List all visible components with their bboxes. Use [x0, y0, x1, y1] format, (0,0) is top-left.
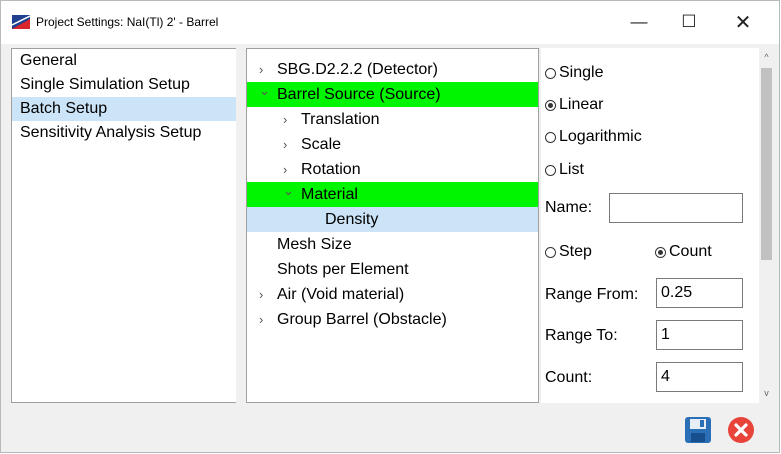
title-bar[interactable]: Project Settings: NaI(Tl) 2' - Barrel — …	[1, 1, 779, 44]
chevron-right-icon[interactable]: ›	[283, 107, 287, 132]
radio-single[interactable]: Single	[545, 62, 603, 84]
radio-label: Logarithmic	[559, 128, 642, 145]
chevron-right-icon[interactable]: ›	[259, 282, 263, 307]
close-icon: ✕	[734, 11, 752, 34]
settings-category-list[interactable]: General Single Simulation Setup Batch Se…	[11, 48, 236, 403]
tree-node-label: Group Barrel (Obstacle)	[277, 311, 447, 328]
nav-item-batch-setup[interactable]: Batch Setup	[12, 97, 236, 121]
nav-item-general[interactable]: General	[12, 49, 236, 73]
name-field[interactable]	[609, 193, 743, 223]
radio-count[interactable]: Count	[655, 241, 712, 263]
maximize-icon: ☐	[681, 12, 697, 31]
radio-label: Single	[559, 64, 604, 81]
nav-item-single-simulation-setup[interactable]: Single Simulation Setup	[12, 73, 236, 97]
chevron-right-icon[interactable]: ›	[259, 307, 263, 332]
radio-logarithmic[interactable]: Logarithmic	[545, 126, 642, 148]
cancel-icon[interactable]	[727, 416, 755, 444]
radio-step[interactable]: Step	[545, 241, 592, 263]
radio-checked-icon[interactable]	[655, 246, 666, 258]
maximize-button[interactable]: ☐	[669, 7, 709, 37]
nav-item-sensitivity-analysis-setup[interactable]: Sensitivity Analysis Setup	[12, 121, 236, 145]
tree-node-group-barrel[interactable]: › Group Barrel (Obstacle)	[247, 307, 538, 332]
count-label: Count:	[545, 369, 593, 386]
app-icon	[12, 15, 30, 29]
tree-node-label: Density	[325, 211, 379, 228]
tree-node-barrel-source[interactable]: ⌄ Barrel Source (Source)	[247, 82, 538, 107]
radio-label: Count	[669, 243, 712, 260]
tree-node-label: Shots per Element	[277, 261, 409, 278]
save-icon[interactable]	[684, 416, 712, 444]
radio-circle-icon[interactable]	[545, 131, 556, 143]
nav-item-label: General	[20, 52, 77, 69]
tree-node-translation[interactable]: › Translation	[247, 107, 538, 132]
nav-item-label: Batch Setup	[20, 100, 108, 117]
radio-circle-icon[interactable]	[545, 164, 556, 176]
radio-list[interactable]: List	[545, 159, 584, 181]
batch-options-panel: Single Linear Logarithmic List Name: Ste…	[541, 48, 774, 403]
parameter-tree[interactable]: › SBG.D2.2.2 (Detector) ⌄ Barrel Source …	[246, 48, 539, 403]
tree-node-label: Scale	[301, 136, 342, 153]
radio-label: Linear	[559, 96, 604, 113]
chevron-down-icon[interactable]: ⌄	[259, 78, 270, 103]
name-label: Name:	[545, 199, 593, 216]
tree-node-label: Mesh Size	[277, 236, 352, 253]
tree-node-material[interactable]: ⌄ Material	[247, 182, 538, 207]
radio-label: List	[559, 161, 584, 178]
radio-circle-icon[interactable]	[545, 246, 556, 258]
tree-node-detector[interactable]: › SBG.D2.2.2 (Detector)	[247, 57, 538, 82]
radio-checked-icon[interactable]	[545, 99, 556, 111]
range-from-field[interactable]: 0.25	[656, 278, 743, 308]
vertical-scrollbar[interactable]: ^ v	[759, 48, 774, 403]
window-title: Project Settings: NaI(Tl) 2' - Barrel	[36, 15, 219, 29]
nav-item-label: Single Simulation Setup	[20, 76, 190, 93]
nav-item-label: Sensitivity Analysis Setup	[20, 124, 202, 141]
scroll-down-icon[interactable]: v	[759, 386, 774, 401]
tree-node-density[interactable]: Density	[247, 207, 538, 232]
radio-circle-icon[interactable]	[545, 67, 556, 79]
scroll-up-icon[interactable]: ^	[759, 50, 774, 65]
tree-node-label: Barrel Source (Source)	[277, 86, 441, 103]
tree-node-label: Air (Void material)	[277, 286, 405, 303]
selection-highlight	[247, 207, 538, 232]
tree-node-scale[interactable]: › Scale	[247, 132, 538, 157]
radio-label: Step	[559, 243, 592, 260]
minimize-icon: —	[630, 12, 648, 31]
minimize-button[interactable]: —	[619, 7, 659, 37]
tree-node-label: Translation	[301, 111, 380, 128]
tree-node-mesh-size[interactable]: Mesh Size	[247, 232, 538, 257]
radio-linear[interactable]: Linear	[545, 94, 603, 116]
tree-node-air[interactable]: › Air (Void material)	[247, 282, 538, 307]
tree-node-label: Material	[301, 186, 358, 203]
project-settings-window: Project Settings: NaI(Tl) 2' - Barrel — …	[0, 0, 780, 453]
scrollbar-thumb[interactable]	[761, 68, 772, 260]
count-field[interactable]: 4	[656, 362, 743, 392]
chevron-right-icon[interactable]: ›	[283, 132, 287, 157]
range-to-field[interactable]: 1	[656, 320, 743, 350]
tree-node-label: SBG.D2.2.2 (Detector)	[277, 61, 438, 78]
tree-node-shots-per-element[interactable]: Shots per Element	[247, 257, 538, 282]
chevron-down-icon[interactable]: ⌄	[283, 178, 294, 203]
range-from-label: Range From:	[545, 286, 639, 303]
tree-node-label: Rotation	[301, 161, 361, 178]
range-to-label: Range To:	[545, 327, 618, 344]
close-button[interactable]: ✕	[723, 7, 763, 37]
